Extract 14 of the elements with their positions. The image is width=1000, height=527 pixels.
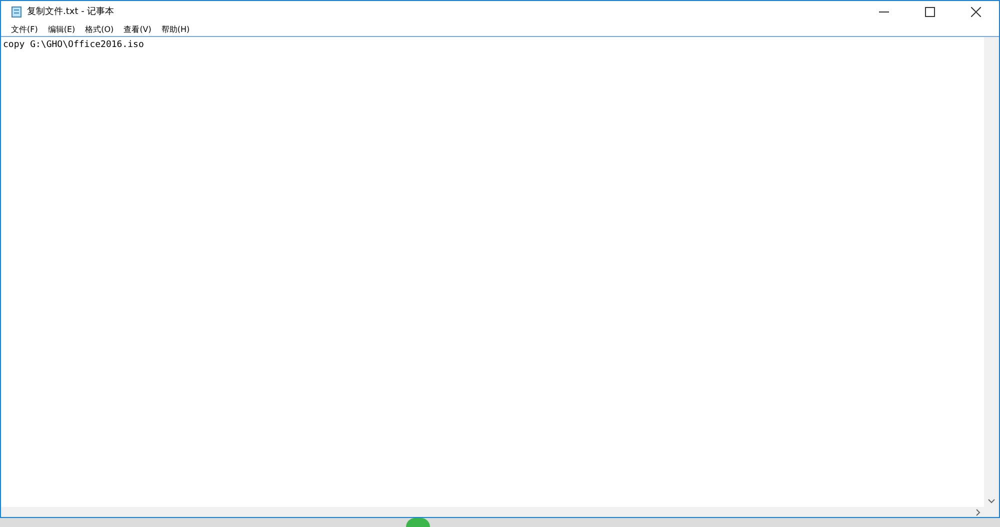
menu-item[interactable]: 帮助(H) bbox=[156, 24, 195, 34]
chevron-right-icon[interactable] bbox=[976, 508, 981, 516]
horizontal-scrollbar[interactable] bbox=[1, 507, 984, 517]
menu-item[interactable]: 查看(V) bbox=[118, 24, 156, 34]
menu-item[interactable]: 编辑(E) bbox=[42, 24, 80, 34]
maximize-icon bbox=[925, 6, 935, 16]
notepad-icon bbox=[11, 6, 22, 18]
vertical-scrollbar[interactable] bbox=[984, 37, 999, 507]
close-icon bbox=[971, 6, 981, 16]
text-area[interactable]: copy G:\GHO\Office2016.iso bbox=[1, 37, 984, 507]
menu-item[interactable]: 格式(O) bbox=[80, 24, 119, 34]
menu-item[interactable]: 文件(F) bbox=[6, 24, 43, 34]
window-title: 复制文件.txt - 记事本 bbox=[27, 6, 116, 18]
chevron-down-icon[interactable] bbox=[988, 499, 995, 504]
